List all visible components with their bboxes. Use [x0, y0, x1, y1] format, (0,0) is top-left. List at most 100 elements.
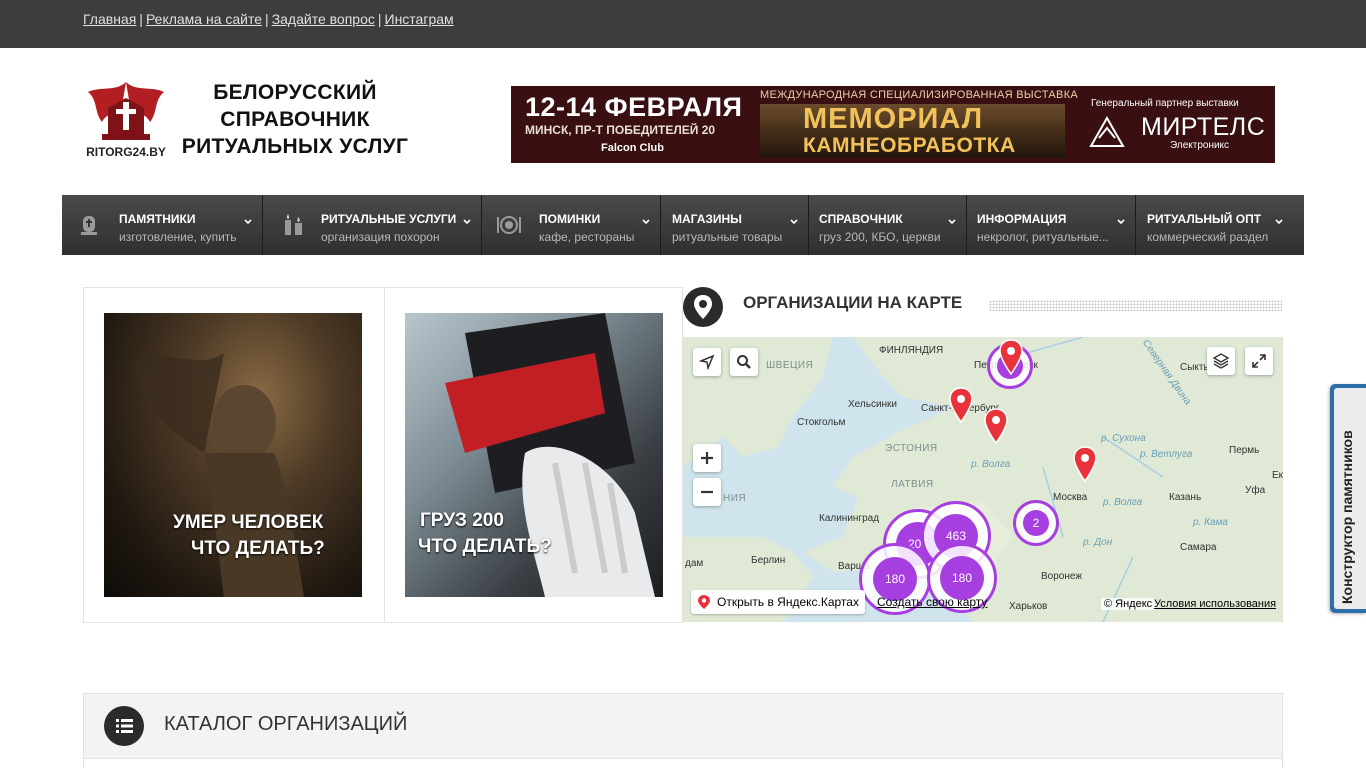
cluster-count: 180	[940, 556, 984, 600]
map-label: ФИНЛЯНДИЯ	[879, 345, 944, 356]
decorative-dotted-line	[989, 300, 1282, 311]
nav-item-information[interactable]: ИНФОРМАЦИЯ некролог, ритуальные...	[967, 195, 1136, 255]
caption-line: ЧТО ДЕЛАТЬ?	[191, 538, 325, 559]
layers-icon	[1212, 353, 1230, 369]
nav-item-wake[interactable]: ПОМИНКИ кафе, рестораны	[482, 195, 661, 255]
nav-label: РИТУАЛЬНЫЙ ОПТ	[1147, 212, 1262, 226]
map-label: р. Кама	[1193, 517, 1228, 528]
create-map-link[interactable]: Создать свою карту	[877, 595, 987, 609]
zoom-in-button[interactable]	[693, 444, 721, 472]
map-label: Калининград	[819, 513, 880, 524]
map-search-button[interactable]	[730, 348, 758, 376]
map-label: р. Дон	[1083, 537, 1113, 548]
link-ask-question[interactable]: Задайте вопрос	[272, 11, 375, 27]
yandex-pin-icon	[698, 595, 710, 609]
link-instagram[interactable]: Инстаграм	[385, 11, 454, 27]
top-bar: Главная | Реклама на сайте | Задайте вопрос |…	[0, 0, 1366, 48]
organizations-map[interactable]: ФИНЛЯНДИЯ ШВЕЦИЯ ЭСТОНИЯ ЛАТВИЯ НИЯ Хель…	[683, 337, 1283, 622]
chevron-down-icon	[463, 219, 471, 225]
map-label: Харьков	[1009, 601, 1048, 612]
nav-item-ritual-services[interactable]: РИТУАЛЬНЫЕ УСЛУГИ организация похорон	[263, 195, 482, 255]
nav-item-shops[interactable]: МАГАЗИНЫ ритуальные товары	[661, 195, 809, 255]
map-label: р. Волга	[971, 459, 1011, 470]
list-icon	[104, 706, 144, 746]
title-line: РИТУАЛЬНЫХ УСЛУГ	[181, 135, 409, 158]
angel-photo: УМЕР ЧЕЛОВЕК ЧТО ДЕЛАТЬ?	[104, 313, 362, 597]
terms-of-use-link[interactable]: Условия использования	[1154, 598, 1276, 610]
card-caption: УМЕР ЧЕЛОВЕК ЧТО ДЕЛАТЬ?	[173, 510, 325, 562]
nav-label: МАГАЗИНЫ	[672, 212, 742, 226]
map-pin-icon[interactable]	[948, 387, 974, 423]
banner-event: МЕМОРИАЛ	[803, 103, 984, 135]
card-cargo-200[interactable]: ГРУЗ 200 ЧТО ДЕЛАТЬ?	[384, 288, 684, 622]
link-home[interactable]: Главная	[83, 11, 136, 27]
partner-logo-icon	[1089, 116, 1125, 147]
banner-club: Falcon Club	[601, 142, 664, 154]
nav-item-directory[interactable]: СПРАВОЧНИК груз 200, КБО, церкви	[809, 195, 967, 255]
banner-partner: МИРТЕЛС	[1141, 113, 1266, 141]
site-logo[interactable]: RITORG24.BY	[86, 78, 166, 160]
gloves-flag-photo: ГРУЗ 200 ЧТО ДЕЛАТЬ?	[405, 313, 663, 597]
separator: |	[139, 11, 143, 27]
layers-button[interactable]	[1207, 347, 1235, 375]
map-pin-icon[interactable]	[1072, 446, 1098, 482]
chevron-down-icon	[244, 219, 252, 225]
nav-item-monuments[interactable]: ПАМЯТНИКИ изготовление, купить	[62, 195, 263, 255]
nav-sub: ритуальные товары	[672, 230, 783, 244]
side-tab-label: Конструктор памятников	[1339, 430, 1355, 604]
banner-date: 12-14 ФЕВРАЛЯ	[525, 92, 743, 122]
fullscreen-button[interactable]	[1245, 347, 1273, 375]
separator: |	[265, 11, 269, 27]
catalog-body	[83, 759, 1283, 768]
nav-label: ПОМИНКИ	[539, 212, 601, 226]
top-links: Главная | Реклама на сайте | Задайте вопрос |…	[83, 11, 454, 27]
chevron-down-icon	[1275, 219, 1283, 225]
card-caption: ГРУЗ 200 ЧТО ДЕЛАТЬ?	[418, 508, 552, 560]
nav-item-wholesale[interactable]: РИТУАЛЬНЫЙ ОПТ коммерческий раздел	[1136, 195, 1304, 255]
zoom-out-button[interactable]	[693, 478, 721, 506]
nav-label: ИНФОРМАЦИЯ	[977, 212, 1067, 226]
map-label: Воронеж	[1041, 571, 1083, 582]
nav-sub: некролог, ритуальные...	[977, 230, 1109, 244]
open-in-yandex-maps-button[interactable]: Открыть в Яндекс.Картах	[691, 590, 865, 614]
cluster-count: 2	[1023, 510, 1049, 536]
logo-text: RITORG24.BY	[86, 145, 166, 159]
map-label: Самара	[1180, 542, 1217, 553]
geolocation-button[interactable]	[693, 348, 721, 376]
chevron-down-icon	[790, 219, 798, 225]
navigation-arrow-icon	[699, 354, 715, 370]
caption-line: ЧТО ДЕЛАТЬ?	[418, 536, 552, 557]
nav-sub: кафе, рестораны	[539, 230, 635, 244]
expand-icon	[1252, 354, 1266, 368]
nav-label: ПАМЯТНИКИ	[119, 212, 196, 226]
caption-line: ГРУЗ 200	[420, 510, 504, 531]
banner-partner-label: Генеральный партнер выставки	[1091, 98, 1239, 109]
map-label: Хельсинки	[848, 399, 898, 410]
map-label: ЭСТОНИЯ	[885, 443, 938, 454]
nav-sub: груз 200, КБО, церкви	[819, 230, 941, 244]
nav-sub: изготовление, купить	[119, 230, 237, 244]
monument-constructor-tab[interactable]: Конструктор памятников	[1330, 384, 1366, 613]
map-label: дам	[685, 558, 704, 569]
banner-place: МИНСК, ПР-Т ПОБЕДИТЕЛЕЙ 20	[525, 123, 716, 137]
minus-icon	[701, 490, 713, 494]
link-advertising[interactable]: Реклама на сайте	[146, 11, 262, 27]
chevron-down-icon	[1117, 219, 1125, 225]
exhibition-banner[interactable]: 12-14 ФЕВРАЛЯ МИНСК, ПР-Т ПОБЕДИТЕЛЕЙ 20…	[511, 86, 1275, 163]
catalog-title: КАТАЛОГ ОРГАНИЗАЦИЙ	[164, 713, 408, 735]
map-pin-icon[interactable]	[983, 408, 1009, 444]
map-cluster[interactable]: 2	[1013, 500, 1059, 546]
nav-sub: коммерческий раздел	[1147, 230, 1269, 244]
map-label: Берлин	[751, 555, 786, 566]
map-label: НИЯ	[723, 493, 747, 504]
map-pin-icon[interactable]	[998, 339, 1024, 375]
map-label: Ек	[1272, 470, 1283, 481]
info-cards: УМЕР ЧЕЛОВЕК ЧТО ДЕЛАТЬ? ГРУЗ 200 ЧТО ДЕ…	[83, 287, 683, 623]
monument-icon	[81, 216, 97, 235]
side-tab-text: Конструктор памятников	[1339, 430, 1355, 604]
card-death-what-to-do[interactable]: УМЕР ЧЕЛОВЕК ЧТО ДЕЛАТЬ?	[84, 288, 384, 622]
plus-icon	[701, 452, 713, 464]
candle-icon	[285, 214, 302, 235]
caption-line: УМЕР ЧЕЛОВЕК	[173, 512, 324, 533]
map-label: Пермь	[1229, 445, 1260, 456]
